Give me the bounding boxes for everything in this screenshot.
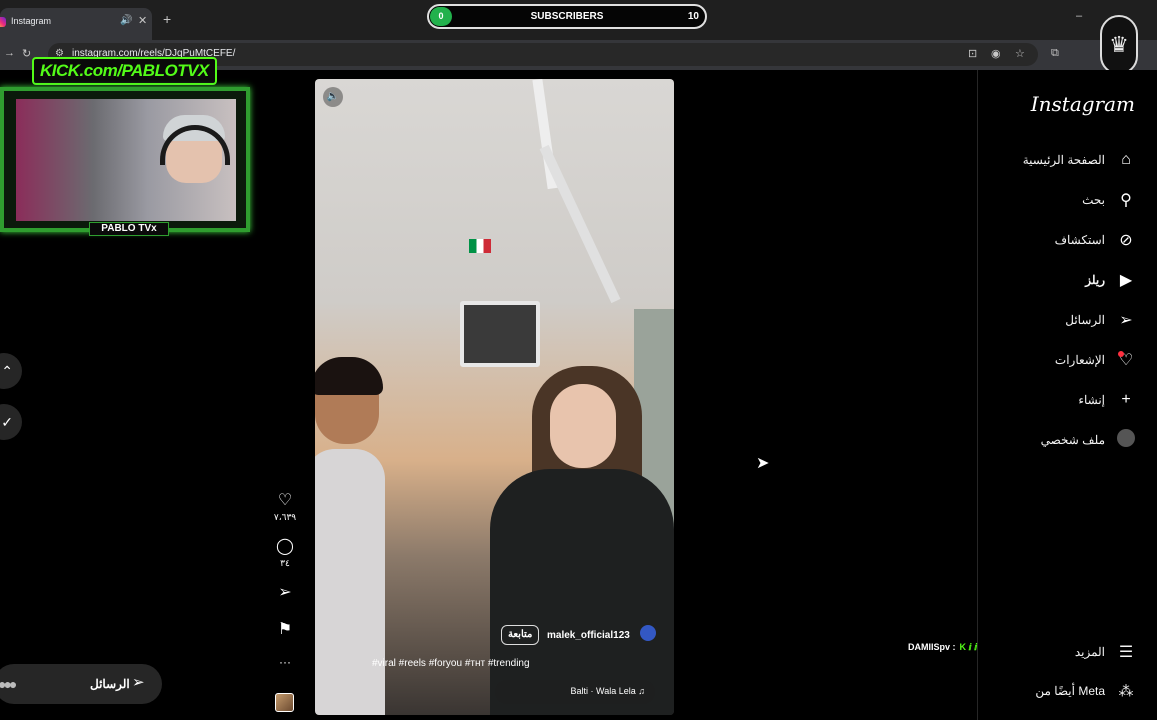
menu-icon: ☰: [1118, 644, 1134, 661]
messages-pill-label: الرسائل: [90, 677, 130, 691]
chat-username: DAMIISpv :: [908, 642, 956, 652]
sidebar-divider: [977, 70, 978, 720]
search-icon: ⚲: [1120, 192, 1132, 209]
mouse-cursor-icon: ➤: [756, 455, 770, 472]
nav-label: ريلز: [1085, 273, 1105, 287]
webcam-frame: PABLO TVx: [0, 87, 250, 236]
video-monitor: [460, 301, 540, 367]
nav-item-search[interactable]: بحث ⚲: [1082, 188, 1137, 212]
chat-message: DAMIISpv :K ⅈ ⅈ: [908, 642, 977, 653]
avatar-icon: [1115, 428, 1137, 452]
music-label: Balti · Wala Lela ♫: [570, 686, 645, 696]
nav-item-notifications[interactable]: الإشعارات ♡: [1055, 348, 1137, 372]
messages-pill[interactable]: ●●● الرسائل ➢: [0, 664, 162, 704]
eye-off-icon[interactable]: ◉: [991, 47, 1001, 60]
reload-icon[interactable]: ↻: [22, 47, 31, 60]
nav-label: إنشاء: [1078, 393, 1105, 407]
new-tab-button[interactable]: +: [163, 11, 171, 27]
more-options-button[interactable]: ···: [272, 655, 298, 669]
webcam-label: PABLO TVx: [89, 222, 169, 236]
comment-icon: ◯: [276, 538, 294, 555]
video-person-left-body: [315, 449, 385, 715]
send-icon: ➢: [132, 674, 145, 691]
italy-flag-icon: [469, 239, 491, 253]
nav-label: ملف شخصي: [1040, 433, 1105, 447]
meta-label: أيضًا من Meta: [1035, 684, 1105, 698]
webcam-feed: [16, 99, 236, 221]
plus-icon: +: [1121, 391, 1131, 408]
nav-item-messages[interactable]: الرسائل ➢: [1065, 308, 1137, 332]
music-pill[interactable]: Balti · Wala Lela ♫: [495, 680, 655, 704]
follow-button[interactable]: متابعة: [501, 625, 540, 645]
more-label: المزيد: [1074, 645, 1105, 659]
send-icon: ➢: [278, 584, 292, 601]
reel-author[interactable]: malek_official123: [547, 630, 630, 641]
nav-label: الرسائل: [1065, 313, 1105, 327]
nav-item-create[interactable]: إنشاء +: [1078, 388, 1137, 412]
reel-video[interactable]: 🔈 متابعة malek_official123 #viral #reels…: [315, 79, 674, 715]
subscriber-counter: SUBSCRIBERS 0 10: [427, 4, 707, 29]
audio-thumbnail[interactable]: [275, 693, 294, 712]
comment-count: ٣٤: [280, 558, 290, 568]
subscriber-goal: 10: [687, 11, 699, 22]
browser-tab[interactable]: Instagram 🔊 ✕: [0, 8, 152, 40]
minimize-icon[interactable]: –: [1076, 10, 1082, 22]
more-options-label: ···: [279, 655, 291, 669]
extensions-icon[interactable]: ⧉: [1051, 47, 1059, 60]
reels-icon: ▶: [1119, 272, 1133, 289]
nav-item-profile[interactable]: ملف شخصي: [1041, 428, 1137, 452]
speaker-icon[interactable]: 🔊: [120, 15, 132, 26]
nav-item-home[interactable]: الصفحة الرئيسية ⌂: [1023, 148, 1137, 172]
nav-label: الإشعارات: [1054, 353, 1105, 367]
message-avatars-icon: ●●●: [0, 676, 17, 692]
heart-icon: ♡: [277, 492, 293, 509]
bookmark-star-icon[interactable]: ☆: [1015, 47, 1025, 60]
reel-caption: #viral #reels #foryou #тнт #trending: [372, 658, 530, 669]
bookmark-icon: ⚑: [277, 621, 293, 638]
subscriber-label: SUBSCRIBERS: [530, 11, 604, 22]
save-button[interactable]: ⚑: [272, 619, 298, 639]
nav-item-meta[interactable]: أيضًا من Meta ⁂: [1035, 682, 1137, 700]
mute-icon[interactable]: 🔈: [323, 87, 343, 107]
nav-item-more[interactable]: المزيد ☰: [1075, 642, 1137, 662]
send-icon: ➢: [1119, 312, 1133, 329]
instagram-favicon-icon: [0, 17, 6, 27]
kick-badge-icon: K ⅈ ⅈ: [959, 642, 978, 652]
share-button[interactable]: ➢: [272, 582, 298, 602]
install-icon[interactable]: ⊡: [968, 47, 977, 60]
video-person-right-face: [550, 384, 616, 468]
nav-label: استكشاف: [1054, 233, 1105, 247]
compass-icon: ⊘: [1119, 232, 1133, 249]
author-avatar[interactable]: [640, 625, 656, 641]
video-person-left-hair: [315, 357, 383, 395]
subscriber-current: 0: [430, 7, 452, 26]
video-person-right-body: [490, 469, 674, 715]
comment-button[interactable]: ◯ ٣٤: [272, 536, 298, 569]
like-count: ٧،٦٣٩: [273, 512, 297, 522]
home-icon: ⌂: [1121, 151, 1131, 168]
nav-label: بحث: [1082, 193, 1105, 207]
nav-label: الصفحة الرئيسية: [1022, 153, 1105, 167]
instagram-logo[interactable]: Instagram: [1031, 92, 1135, 116]
crest-logo: ♛: [1100, 15, 1138, 75]
forward-icon[interactable]: →: [4, 47, 15, 59]
nav-item-explore[interactable]: استكشاف ⊘: [1055, 228, 1137, 252]
close-tab-icon[interactable]: ✕: [138, 14, 147, 27]
nav-item-reels[interactable]: ريلز ▶: [1085, 268, 1137, 292]
meta-apps-icon: ⁂: [1118, 683, 1134, 700]
like-button[interactable]: ♡ ٧،٦٣٩: [272, 490, 298, 523]
kick-logo: KICK.com/PABLOTVX: [32, 57, 217, 85]
video-lamp-arm-2: [539, 144, 621, 304]
tab-title: Instagram: [11, 16, 52, 26]
notification-dot: [1118, 351, 1124, 357]
